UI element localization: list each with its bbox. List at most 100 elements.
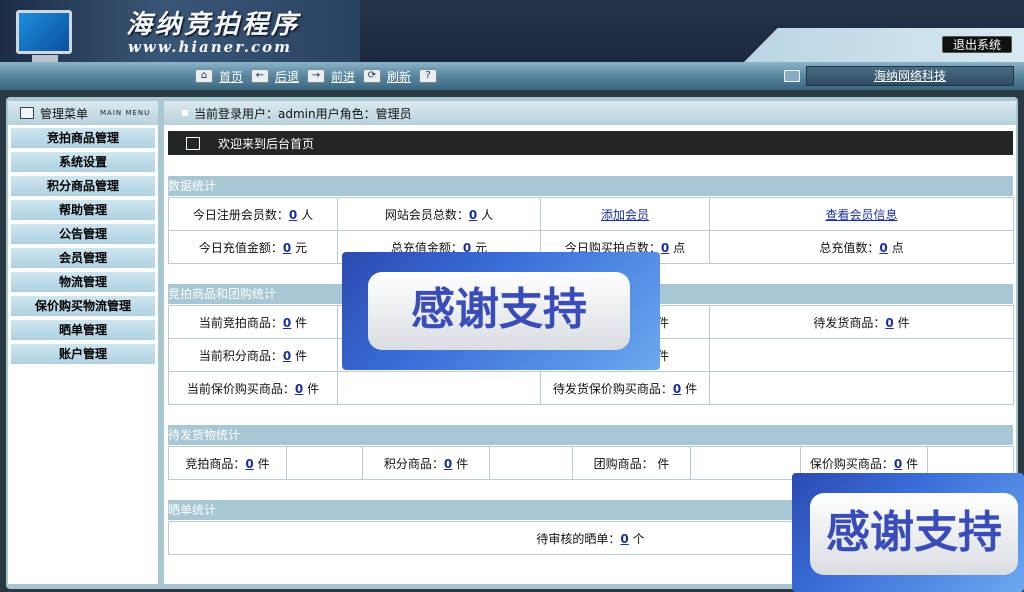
home-link[interactable]: 首页	[219, 68, 243, 85]
today-reg-value[interactable]: 0	[289, 208, 297, 222]
empty-cell	[690, 446, 801, 480]
current-user-text: 当前登录用户：admin用户角色：管理员	[194, 106, 412, 121]
ship-guarantee-value[interactable]: 0	[894, 457, 902, 471]
menu-icon	[20, 107, 34, 119]
table-row: 当前保价购买商品：0 件 待发货保价购买商品：0 件	[168, 371, 1014, 405]
pending-ship-value[interactable]: 0	[885, 316, 893, 330]
unit: 个	[632, 531, 645, 546]
unit: 点	[891, 240, 904, 255]
empty-cell	[286, 446, 363, 480]
pending-guarantee-cell: 待发货保价购买商品：0 件	[540, 371, 710, 405]
ship-points-label: 积分商品：	[383, 456, 444, 471]
ship-points-value[interactable]: 0	[444, 457, 452, 471]
watermark-badge-1: 感谢支持	[342, 252, 660, 370]
home-icon[interactable]: ⌂	[195, 69, 213, 83]
welcome-bar: 欢迎来到后台首页	[168, 131, 1013, 155]
sidebar-title: 管理菜单	[40, 106, 89, 121]
cur-auction-cell: 当前竞拍商品：0 件	[168, 305, 338, 339]
forward-nav[interactable]: → 前进	[307, 68, 355, 84]
add-member-cell: 添加会员	[540, 197, 710, 231]
monitor-stand	[32, 55, 58, 62]
sidebar-item-logistics[interactable]: 物流管理	[10, 271, 156, 293]
empty-cell	[489, 446, 573, 480]
refresh-link[interactable]: 刷新	[387, 68, 411, 85]
bullet-icon	[182, 110, 188, 116]
cur-points-label: 当前积分商品：	[198, 348, 283, 363]
app-header: 海纳竞拍程序 www.hianer.com 退出系统	[0, 0, 1024, 62]
sidebar: 管理菜单 MAIN MENU 竞拍商品管理 系统设置 积分商品管理 帮助管理 公…	[8, 101, 158, 584]
unit: 件	[685, 381, 698, 396]
unit: 元	[295, 240, 308, 255]
sidebar-title-en: MAIN MENU	[100, 109, 151, 117]
sidebar-item-help[interactable]: 帮助管理	[10, 199, 156, 221]
watermark-badge-2: 感谢支持	[792, 473, 1024, 592]
section-data-stats: 数据统计	[168, 176, 1013, 196]
welcome-text: 欢迎来到后台首页	[218, 136, 315, 151]
app-url: www.hianer.com	[128, 38, 292, 56]
table-row: 今日注册会员数：0 人 网站会员总数：0 人 添加会员 查看会员信息	[168, 197, 1014, 231]
nav-toolbar: ⌂ 首页 ← 后退 → 前进 ⟳ 刷新 ? 海纳网络科技	[0, 62, 1024, 90]
help-nav[interactable]: ?	[419, 68, 437, 84]
unit: 点	[673, 240, 686, 255]
sidebar-item-guarantee-logistics[interactable]: 保价购买物流管理	[10, 295, 156, 317]
total-points-cell: 总充值数：0 点	[709, 230, 1014, 264]
unit: 人	[301, 207, 314, 222]
sidebar-item-settings[interactable]: 系统设置	[10, 151, 156, 173]
cur-auction-value[interactable]: 0	[283, 316, 291, 330]
today-recharge-cell: 今日充值金额：0 元	[168, 230, 338, 264]
sidebar-item-auction[interactable]: 竞拍商品管理	[10, 127, 156, 149]
ship-auction-value[interactable]: 0	[245, 457, 253, 471]
view-members-link[interactable]: 查看会员信息	[825, 208, 897, 222]
refresh-icon[interactable]: ⟳	[363, 69, 381, 83]
today-reg-cell: 今日注册会员数：0 人	[168, 197, 338, 231]
unit: 人	[481, 207, 494, 222]
view-members-cell: 查看会员信息	[709, 197, 1014, 231]
pending-ship-cell: 待发货商品：0 件	[709, 305, 1014, 339]
cur-auction-label: 当前竞拍商品：	[198, 315, 283, 330]
back-nav[interactable]: ← 后退	[251, 68, 299, 84]
checkbox-icon	[186, 136, 200, 150]
home-nav[interactable]: ⌂ 首页	[195, 68, 243, 84]
ship-points-cell: 积分商品：0 件	[362, 446, 490, 480]
cur-guarantee-label: 当前保价购买商品：	[186, 381, 295, 396]
sidebar-item-members[interactable]: 会员管理	[10, 247, 156, 269]
unit: 件	[906, 456, 919, 471]
today-recharge-value[interactable]: 0	[283, 241, 291, 255]
pending-guarantee-value[interactable]: 0	[673, 382, 681, 396]
back-link[interactable]: 后退	[275, 68, 299, 85]
sidebar-item-notice[interactable]: 公告管理	[10, 223, 156, 245]
cur-points-value[interactable]: 0	[283, 349, 291, 363]
watermark-text-1: 感谢支持	[368, 272, 630, 350]
empty-cell	[337, 371, 541, 405]
unit: 件	[295, 348, 308, 363]
add-member-link[interactable]: 添加会员	[601, 208, 649, 222]
today-points-value[interactable]: 0	[661, 241, 669, 255]
back-arrow-icon[interactable]: ←	[251, 69, 269, 83]
cur-points-cell: 当前积分商品：0 件	[168, 338, 338, 372]
screen-icon	[784, 70, 800, 82]
user-info-bar: 当前登录用户：admin用户角色：管理员	[164, 101, 1016, 125]
logout-button[interactable]: 退出系统	[942, 36, 1012, 53]
total-members-label: 网站会员总数：	[384, 207, 469, 222]
cur-guarantee-value[interactable]: 0	[295, 382, 303, 396]
today-recharge-label: 今日充值金额：	[198, 240, 283, 255]
sidebar-item-account[interactable]: 账户管理	[10, 343, 156, 365]
total-points-value[interactable]: 0	[879, 241, 887, 255]
empty-cell	[709, 338, 1014, 372]
sidebar-header: 管理菜单 MAIN MENU	[8, 101, 158, 125]
help-icon[interactable]: ?	[419, 69, 437, 83]
forward-link[interactable]: 前进	[331, 68, 355, 85]
forward-arrow-icon[interactable]: →	[307, 69, 325, 83]
unit: 件	[257, 456, 270, 471]
share-pending-value[interactable]: 0	[620, 532, 628, 546]
total-members-value[interactable]: 0	[469, 208, 477, 222]
pending-guarantee-label: 待发货保价购买商品：	[552, 381, 673, 396]
ship-guarantee-label: 保价购买商品：	[809, 456, 894, 471]
sidebar-item-points-goods[interactable]: 积分商品管理	[10, 175, 156, 197]
company-link[interactable]: 海纳网络科技	[806, 66, 1014, 86]
ship-auction-cell: 竞拍商品：0 件	[168, 446, 287, 480]
unit: 件	[657, 456, 670, 471]
sidebar-item-share[interactable]: 晒单管理	[10, 319, 156, 341]
cur-guarantee-cell: 当前保价购买商品：0 件	[168, 371, 338, 405]
refresh-nav[interactable]: ⟳ 刷新	[363, 68, 411, 84]
